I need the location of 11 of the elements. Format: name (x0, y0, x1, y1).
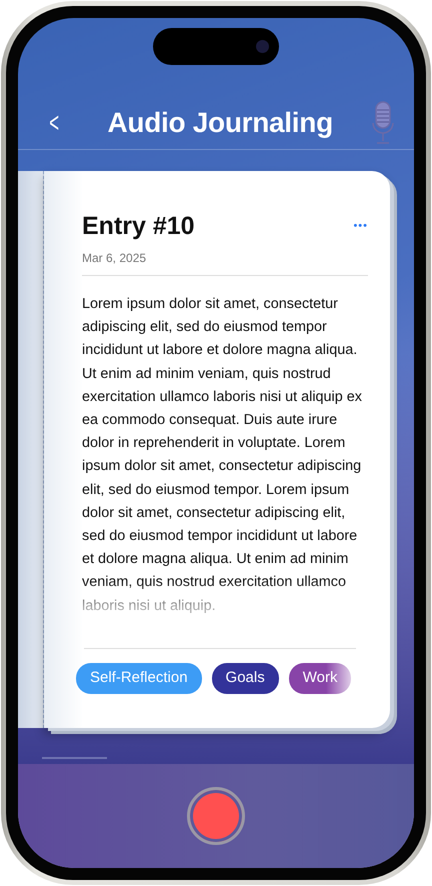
tag-chip[interactable]: Goals (212, 663, 279, 694)
more-button[interactable]: ••• (353, 218, 368, 234)
scroll-indicator (42, 757, 107, 759)
back-button[interactable]: < (46, 108, 63, 136)
microphone-icon[interactable] (372, 100, 394, 144)
tag-chip[interactable]: Self-Reflection (76, 663, 202, 694)
tag-chip[interactable]: Work (288, 663, 352, 694)
entry-text: Lorem ipsum dolor sit amet, consectetur adipiscing elit, sed do eiusmod tempor incididunt ut labore et dolore magna aliqua. Ut enim ad minim veniam, quis nostrud exercitation ullamco laboris nisi ut aliquip ex ea commodo consequat. Duis aute irure dolor in reprehenderit in voluptate. Lorem ipsum dolor sit amet, consectetur adipiscing elit, sed do eiusmod tempor. Lorem ipsum dolor sit amet, consectetur adipiscing elit, sed do eiusmod tempor incididunt ut labore et dolore magna aliqua. Ut enim ad minim veniam, quis nostrud exercitation ullamco laboris nisi ut aliquip. (82, 295, 362, 616)
app-title: Audio Journaling (107, 106, 333, 140)
entry-title: Entry #10 (82, 211, 195, 241)
entry-date: Mar 6, 2025 (82, 249, 368, 276)
